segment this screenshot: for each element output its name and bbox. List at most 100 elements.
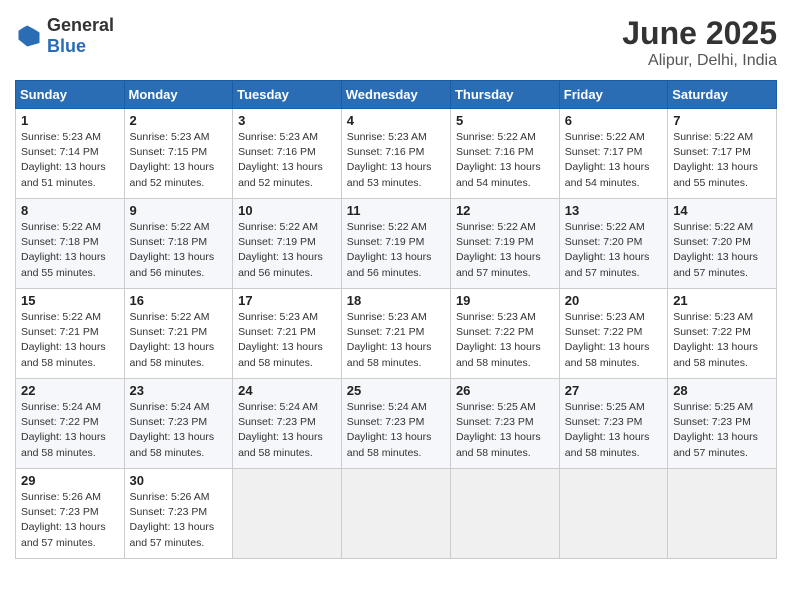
day-info: Sunrise: 5:24 AMSunset: 7:22 PMDaylight:… — [21, 400, 119, 461]
calendar-day-cell: 8 Sunrise: 5:22 AMSunset: 7:18 PMDaylight… — [16, 199, 125, 289]
day-number: 15 — [21, 293, 119, 308]
day-number: 14 — [673, 203, 771, 218]
calendar-day-cell: 5 Sunrise: 5:22 AMSunset: 7:16 PMDaylight… — [450, 109, 559, 199]
day-info: Sunrise: 5:25 AMSunset: 7:23 PMDaylight:… — [456, 400, 554, 461]
calendar-day-cell: 30 Sunrise: 5:26 AMSunset: 7:23 PMDayligh… — [124, 469, 233, 559]
logo-icon — [15, 22, 43, 50]
day-of-week-header: Monday — [124, 81, 233, 109]
calendar-day-cell: 22 Sunrise: 5:24 AMSunset: 7:22 PMDayligh… — [16, 379, 125, 469]
day-number: 3 — [238, 113, 336, 128]
logo-text: General Blue — [47, 15, 114, 57]
day-info: Sunrise: 5:23 AMSunset: 7:21 PMDaylight:… — [347, 310, 445, 371]
day-info: Sunrise: 5:23 AMSunset: 7:22 PMDaylight:… — [673, 310, 771, 371]
calendar-day-cell: 11 Sunrise: 5:22 AMSunset: 7:19 PMDayligh… — [341, 199, 450, 289]
day-number: 21 — [673, 293, 771, 308]
day-info: Sunrise: 5:23 AMSunset: 7:14 PMDaylight:… — [21, 130, 119, 191]
day-of-week-header: Sunday — [16, 81, 125, 109]
calendar-day-cell: 23 Sunrise: 5:24 AMSunset: 7:23 PMDayligh… — [124, 379, 233, 469]
calendar-day-cell: 28 Sunrise: 5:25 AMSunset: 7:23 PMDayligh… — [668, 379, 777, 469]
calendar-week-row: 22 Sunrise: 5:24 AMSunset: 7:22 PMDayligh… — [16, 379, 777, 469]
day-number: 17 — [238, 293, 336, 308]
day-of-week-header: Friday — [559, 81, 667, 109]
calendar-day-cell: 15 Sunrise: 5:22 AMSunset: 7:21 PMDayligh… — [16, 289, 125, 379]
calendar-day-cell — [559, 469, 667, 559]
day-info: Sunrise: 5:23 AMSunset: 7:21 PMDaylight:… — [238, 310, 336, 371]
day-number: 20 — [565, 293, 662, 308]
day-info: Sunrise: 5:22 AMSunset: 7:18 PMDaylight:… — [130, 220, 228, 281]
day-number: 22 — [21, 383, 119, 398]
calendar-day-cell: 9Sunrise: 5:22 AMSunset: 7:18 PMDaylight… — [124, 199, 233, 289]
day-of-week-header: Tuesday — [233, 81, 342, 109]
logo: General Blue — [15, 15, 114, 57]
day-info: Sunrise: 5:22 AMSunset: 7:21 PMDaylight:… — [21, 310, 119, 371]
day-number: 26 — [456, 383, 554, 398]
calendar-day-cell: 29 Sunrise: 5:26 AMSunset: 7:23 PMDayligh… — [16, 469, 125, 559]
calendar-week-row: 29 Sunrise: 5:26 AMSunset: 7:23 PMDayligh… — [16, 469, 777, 559]
day-number: 30 — [130, 473, 228, 488]
calendar-day-cell — [668, 469, 777, 559]
day-info: Sunrise: 5:23 AMSunset: 7:16 PMDaylight:… — [238, 130, 336, 191]
day-number: 4 — [347, 113, 445, 128]
day-info: Sunrise: 5:22 AMSunset: 7:16 PMDaylight:… — [456, 130, 554, 191]
day-info: Sunrise: 5:25 AMSunset: 7:23 PMDaylight:… — [565, 400, 662, 461]
day-info: Sunrise: 5:23 AMSunset: 7:22 PMDaylight:… — [565, 310, 662, 371]
calendar-day-cell: 6 Sunrise: 5:22 AMSunset: 7:17 PMDaylight… — [559, 109, 667, 199]
header: General Blue June 2025 Alipur, Delhi, In… — [15, 15, 777, 70]
calendar-week-row: 15 Sunrise: 5:22 AMSunset: 7:21 PMDayligh… — [16, 289, 777, 379]
day-info: Sunrise: 5:22 AMSunset: 7:19 PMDaylight:… — [456, 220, 554, 281]
calendar-day-cell: 7Sunrise: 5:22 AMSunset: 7:17 PMDaylight… — [668, 109, 777, 199]
day-number: 11 — [347, 203, 445, 218]
day-info: Sunrise: 5:22 AMSunset: 7:20 PMDaylight:… — [673, 220, 771, 281]
day-number: 16 — [130, 293, 228, 308]
month-year: June 2025 — [622, 15, 777, 52]
day-number: 5 — [456, 113, 554, 128]
day-number: 24 — [238, 383, 336, 398]
day-info: Sunrise: 5:23 AMSunset: 7:16 PMDaylight:… — [347, 130, 445, 191]
calendar-day-cell: 10Sunrise: 5:22 AMSunset: 7:19 PMDayligh… — [233, 199, 342, 289]
day-number: 27 — [565, 383, 662, 398]
calendar-day-cell: 4 Sunrise: 5:23 AMSunset: 7:16 PMDaylight… — [341, 109, 450, 199]
logo-blue: Blue — [47, 36, 86, 56]
day-info: Sunrise: 5:26 AMSunset: 7:23 PMDaylight:… — [130, 490, 228, 551]
day-of-week-header: Wednesday — [341, 81, 450, 109]
day-number: 8 — [21, 203, 119, 218]
day-info: Sunrise: 5:22 AMSunset: 7:17 PMDaylight:… — [565, 130, 662, 191]
day-info: Sunrise: 5:22 AMSunset: 7:20 PMDaylight:… — [565, 220, 662, 281]
day-of-week-header: Saturday — [668, 81, 777, 109]
calendar-day-cell: 16 Sunrise: 5:22 AMSunset: 7:21 PMDayligh… — [124, 289, 233, 379]
day-info: Sunrise: 5:22 AMSunset: 7:21 PMDaylight:… — [130, 310, 228, 371]
day-number: 7 — [673, 113, 771, 128]
calendar-day-cell: 26 Sunrise: 5:25 AMSunset: 7:23 PMDayligh… — [450, 379, 559, 469]
calendar-week-row: 1 Sunrise: 5:23 AMSunset: 7:14 PMDaylight… — [16, 109, 777, 199]
calendar-table: SundayMondayTuesdayWednesdayThursdayFrid… — [15, 80, 777, 559]
calendar-day-cell: 24Sunrise: 5:24 AMSunset: 7:23 PMDayligh… — [233, 379, 342, 469]
day-info: Sunrise: 5:26 AMSunset: 7:23 PMDaylight:… — [21, 490, 119, 551]
day-number: 13 — [565, 203, 662, 218]
day-number: 6 — [565, 113, 662, 128]
calendar-day-cell: 19 Sunrise: 5:23 AMSunset: 7:22 PMDayligh… — [450, 289, 559, 379]
day-info: Sunrise: 5:23 AMSunset: 7:22 PMDaylight:… — [456, 310, 554, 371]
calendar-day-cell: 1 Sunrise: 5:23 AMSunset: 7:14 PMDaylight… — [16, 109, 125, 199]
day-number: 28 — [673, 383, 771, 398]
day-info: Sunrise: 5:24 AMSunset: 7:23 PMDaylight:… — [130, 400, 228, 461]
logo-general: General — [47, 15, 114, 36]
day-number: 1 — [21, 113, 119, 128]
calendar-day-cell: 27 Sunrise: 5:25 AMSunset: 7:23 PMDayligh… — [559, 379, 667, 469]
location: Alipur, Delhi, India — [622, 52, 777, 70]
calendar-header-row: SundayMondayTuesdayWednesdayThursdayFrid… — [16, 81, 777, 109]
calendar-day-cell: 2Sunrise: 5:23 AMSunset: 7:15 PMDaylight… — [124, 109, 233, 199]
calendar-day-cell: 3 Sunrise: 5:23 AMSunset: 7:16 PMDaylight… — [233, 109, 342, 199]
day-number: 19 — [456, 293, 554, 308]
day-info: Sunrise: 5:22 AMSunset: 7:18 PMDaylight:… — [21, 220, 119, 281]
day-info: Sunrise: 5:22 AMSunset: 7:19 PMDaylight:… — [347, 220, 445, 281]
calendar-day-cell: 14 Sunrise: 5:22 AMSunset: 7:20 PMDayligh… — [668, 199, 777, 289]
day-info: Sunrise: 5:25 AMSunset: 7:23 PMDaylight:… — [673, 400, 771, 461]
day-number: 29 — [21, 473, 119, 488]
calendar-day-cell: 21 Sunrise: 5:23 AMSunset: 7:22 PMDayligh… — [668, 289, 777, 379]
title-area: June 2025 Alipur, Delhi, India — [622, 15, 777, 70]
calendar-day-cell: 20 Sunrise: 5:23 AMSunset: 7:22 PMDayligh… — [559, 289, 667, 379]
day-number: 23 — [130, 383, 228, 398]
day-number: 10 — [238, 203, 336, 218]
day-number: 12 — [456, 203, 554, 218]
day-of-week-header: Thursday — [450, 81, 559, 109]
